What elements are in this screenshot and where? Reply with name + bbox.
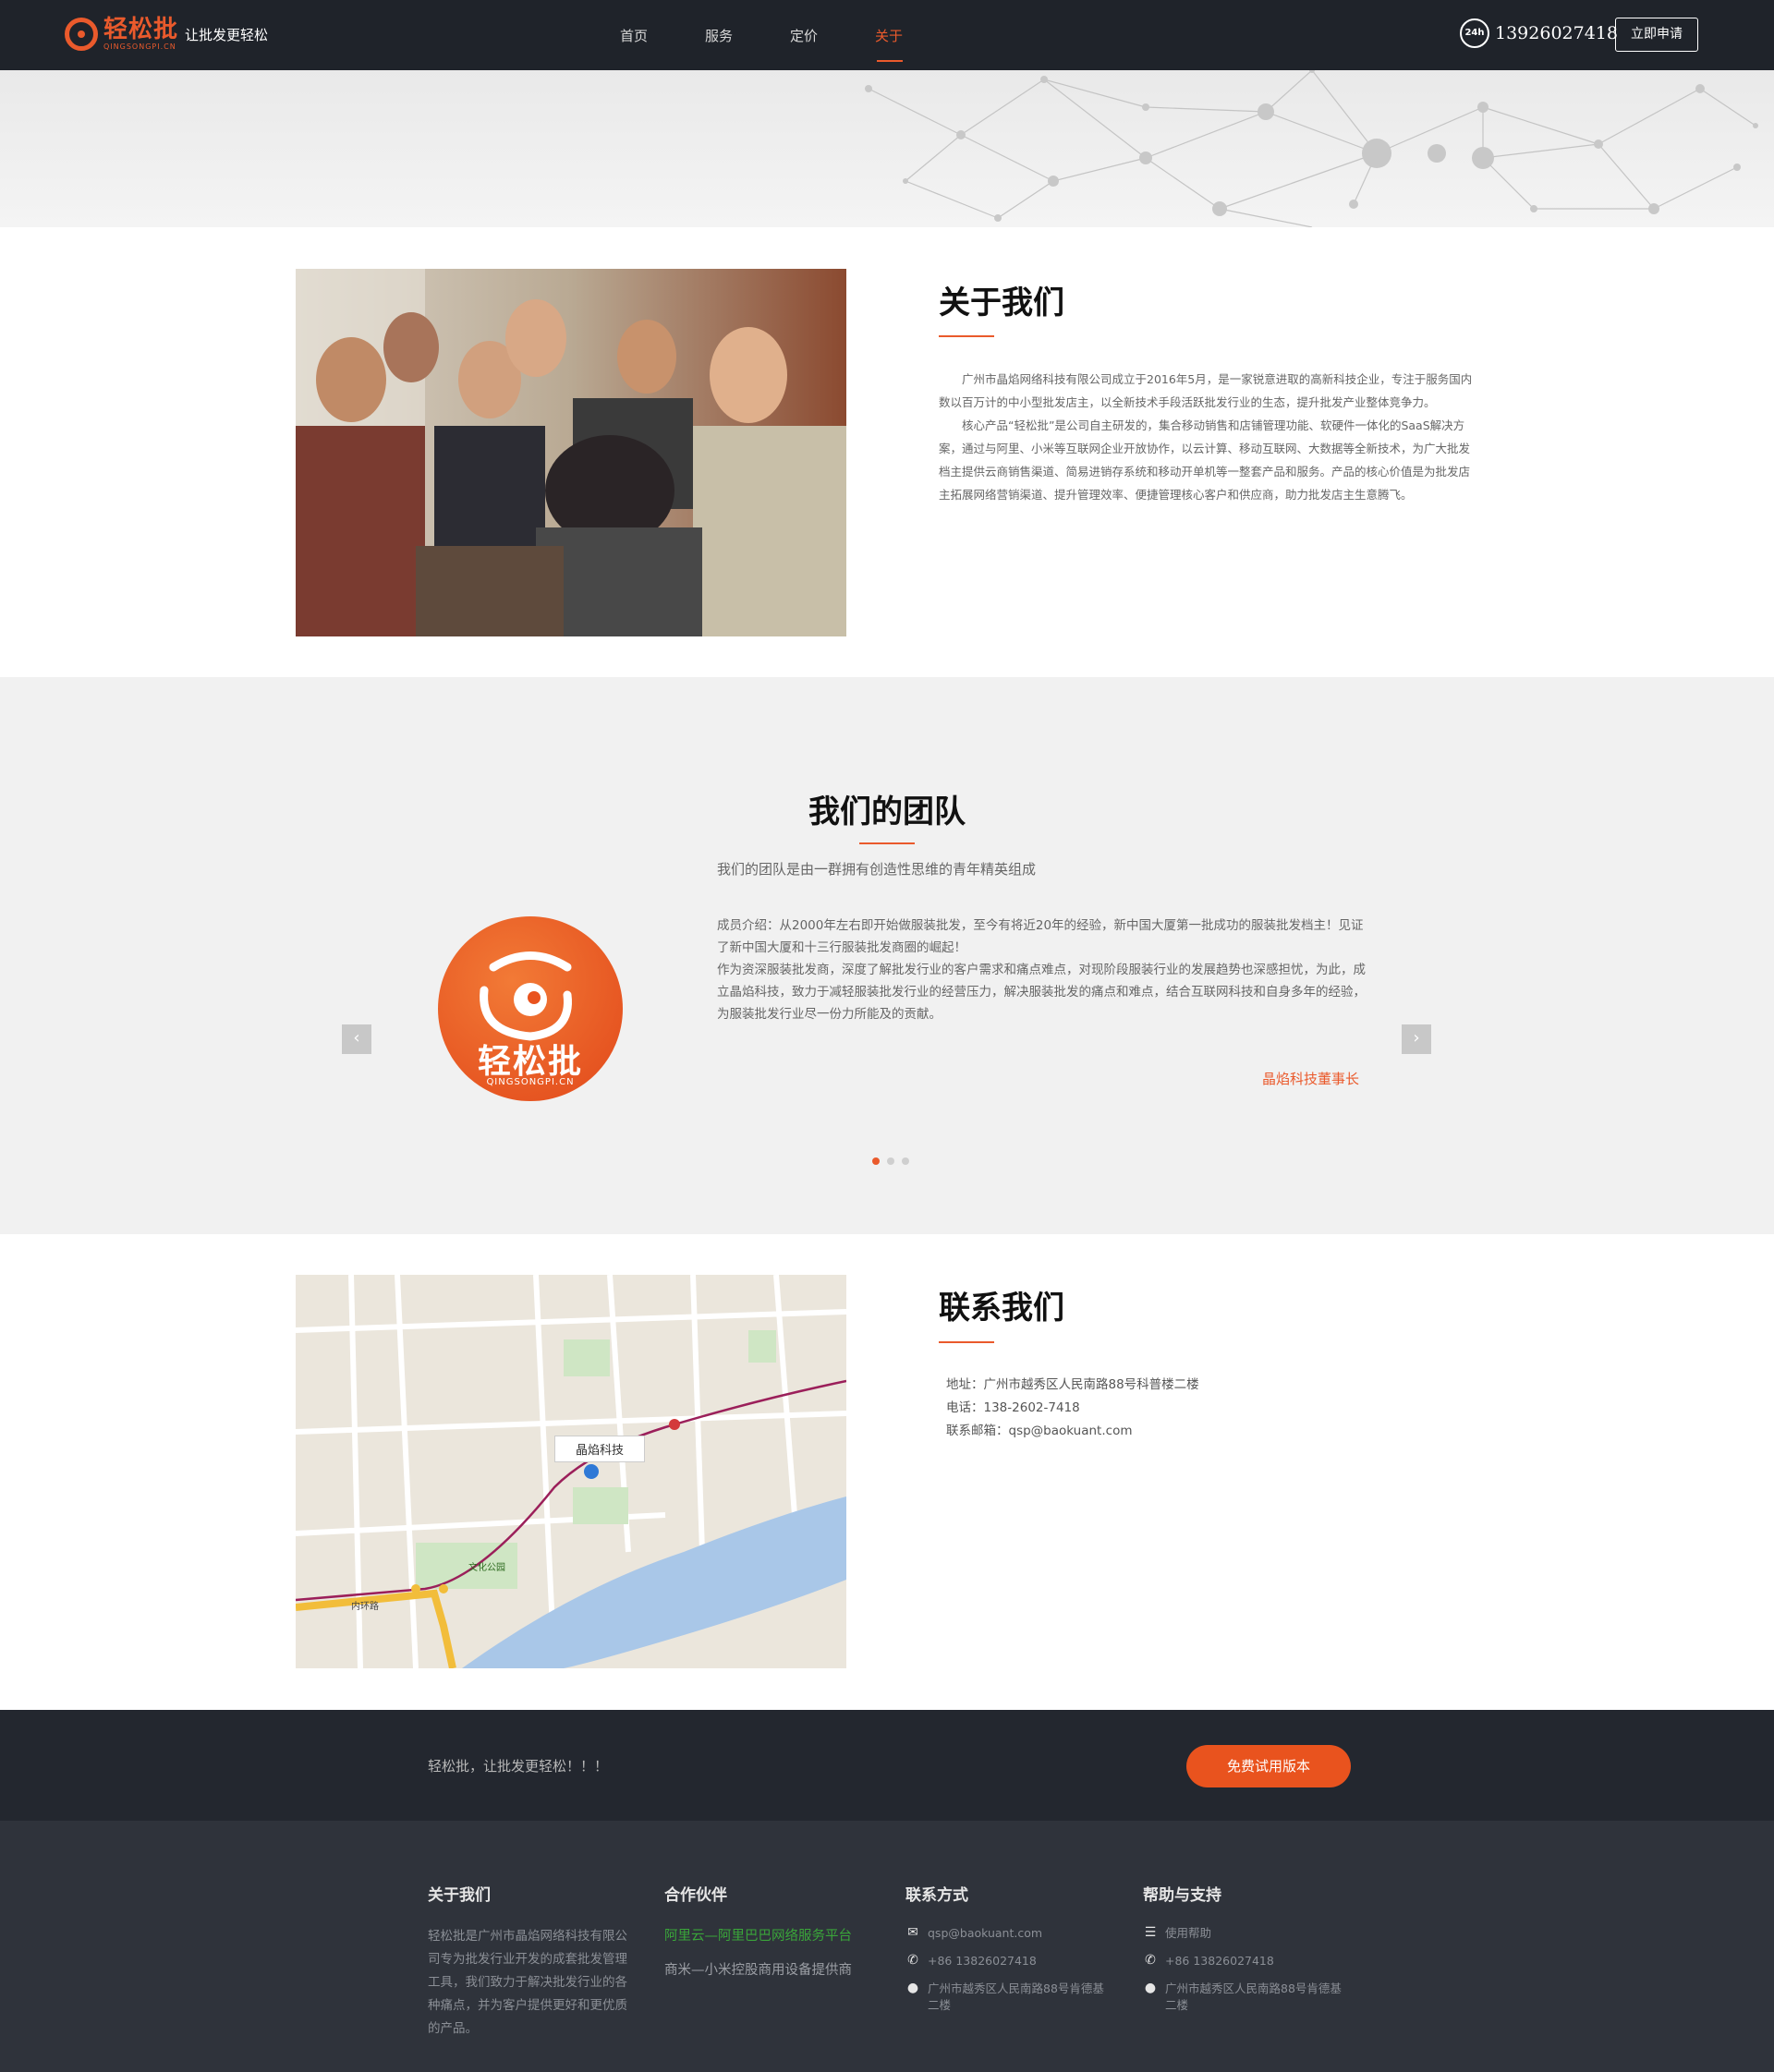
network-pattern-decoration bbox=[865, 70, 1758, 227]
team-section: 我们的团队 我们的团队是由一群拥有创造性思维的青年精英组成 ‹ 轻松批 QING… bbox=[0, 677, 1774, 1234]
map-marker-label[interactable]: 晶焰科技 bbox=[554, 1436, 646, 1462]
about-title: 关于我们 bbox=[939, 285, 1064, 321]
globe-icon: ● bbox=[906, 1981, 919, 1995]
avatar-logo-text: 轻松批 bbox=[477, 1043, 583, 1081]
partner-sunmi-link[interactable]: 商米—小米控股商用设备提供商 bbox=[664, 1959, 852, 1979]
team-title: 我们的团队 bbox=[808, 794, 966, 830]
partner-aliyun-link[interactable]: 阿里云—阿里巴巴网络服务平台 bbox=[664, 1925, 852, 1945]
contact-title: 联系我们 bbox=[939, 1290, 1064, 1327]
about-paragraph-1: 广州市晶焰网络科技有限公司成立于2016年5月，是一家锐意进取的高新科技企业，专… bbox=[939, 372, 1473, 409]
map-park-label: 文化公园 bbox=[468, 1563, 505, 1573]
team-member-description: 成员介绍：从2000年左右即开始做服装批发，至今有将近20年的经验，新中国大厦第… bbox=[717, 915, 1367, 1025]
footer-contact-title: 联系方式 bbox=[905, 1886, 968, 1905]
footer-help: 帮助与支持 ☰ 使用帮助 ✆ +86 13826027418 ● 广州市越秀区人… bbox=[1143, 1882, 1346, 2025]
contact-address: 地址：广州市越秀区人民南路88号科普楼二楼 bbox=[946, 1377, 1199, 1392]
team-desc-1: 成员介绍：从2000年左右即开始做服装批发，至今有将近20年的经验，新中国大厦第… bbox=[717, 918, 1364, 955]
footer-about-text: 轻松批是广州市晶焰网络科技有限公司专为批发行业开发的成套批发管理工具，我们致力于… bbox=[428, 1929, 627, 2036]
email-icon: ✉ bbox=[907, 1925, 918, 1940]
cta-text: 轻松批，让批发更轻松！！！ bbox=[428, 1758, 609, 1775]
phone-icon: ✆ bbox=[907, 1953, 918, 1968]
team-photo bbox=[296, 269, 846, 636]
location-map[interactable]: 晶焰科技 文化公园 内环路 bbox=[296, 1275, 846, 1668]
carousel-next-button[interactable]: › bbox=[1402, 1024, 1431, 1054]
team-subtitle: 我们的团队是由一群拥有创造性思维的青年精英组成 bbox=[717, 861, 1037, 878]
nav-home[interactable]: 首页 bbox=[591, 0, 676, 70]
phone-24h-icon: 24h bbox=[1460, 18, 1489, 48]
carousel-dot-3[interactable] bbox=[902, 1157, 909, 1165]
contact-title-underline bbox=[939, 1341, 994, 1343]
team-member-title: 晶焰科技董事长 bbox=[1262, 1071, 1360, 1087]
team-title-underline bbox=[859, 842, 915, 844]
footer-help-address: 广州市越秀区人民南路88号肯德基二楼 bbox=[1165, 1981, 1342, 2012]
footer-about-title: 关于我们 bbox=[428, 1886, 491, 1905]
footer-contact: 联系方式 ✉ qsp@baokuant.com ✆ +86 1382602741… bbox=[905, 1882, 1109, 2025]
footer-about: 关于我们 轻松批是广州市晶焰网络科技有限公司专为批发行业开发的成套批发管理工具，… bbox=[428, 1882, 636, 2041]
main-nav: 首页 服务 定价 关于 bbox=[591, 0, 931, 70]
team-member-avatar: 轻松批 QINGSONGPI.CN bbox=[438, 916, 623, 1101]
header-slogan: 让批发更轻松 bbox=[185, 27, 269, 43]
apply-now-button[interactable]: 立即申请 bbox=[1615, 18, 1698, 52]
carousel-dot-1[interactable] bbox=[872, 1157, 880, 1165]
footer-help-phone: +86 13826027418 bbox=[1165, 1954, 1274, 1968]
nav-about[interactable]: 关于 bbox=[846, 0, 931, 70]
nav-services[interactable]: 服务 bbox=[676, 0, 761, 70]
hotline: 24h 13926027418 bbox=[1460, 18, 1618, 48]
avatar-logo-domain: QINGSONGPI.CN bbox=[486, 1077, 575, 1087]
free-trial-button[interactable]: 免费试用版本 bbox=[1186, 1745, 1351, 1787]
contact-email: 联系邮箱：qsp@baokuant.com bbox=[946, 1424, 1133, 1438]
about-text: 广州市晶焰网络科技有限公司成立于2016年5月，是一家锐意进取的高新科技企业，专… bbox=[939, 368, 1475, 506]
contact-phone: 电话：138-2602-7418 bbox=[946, 1400, 1080, 1415]
site-logo[interactable]: 轻松批 QINGSONGPI.CN bbox=[65, 17, 178, 52]
carousel-indicators bbox=[872, 1157, 917, 1165]
group-photo-illustration bbox=[296, 269, 846, 636]
cta-banner: 轻松批，让批发更轻松！！！ 免费试用版本 bbox=[0, 1710, 1774, 1821]
globe-icon: ● bbox=[1144, 1981, 1157, 1995]
list-icon: ☰ bbox=[1144, 1925, 1157, 1940]
top-header: 轻松批 QINGSONGPI.CN 让批发更轻松 首页 服务 定价 关于 24h… bbox=[0, 0, 1774, 70]
site-footer: 关于我们 轻松批是广州市晶焰网络科技有限公司专为批发行业开发的成套批发管理工具，… bbox=[0, 1821, 1774, 2072]
carousel-dot-2[interactable] bbox=[887, 1157, 894, 1165]
footer-contact-address: 广州市越秀区人民南路88号肯德基二楼 bbox=[928, 1981, 1104, 2012]
carousel-prev-button[interactable]: ‹ bbox=[342, 1024, 371, 1054]
footer-partners: 合作伙伴 阿里云—阿里巴巴网络服务平台 商米—小米控股商用设备提供商 bbox=[664, 1882, 852, 1979]
page-banner bbox=[0, 70, 1774, 227]
contact-info: 地址：广州市越秀区人民南路88号科普楼二楼 电话：138-2602-7418 联… bbox=[946, 1374, 1199, 1443]
footer-help-title: 帮助与支持 bbox=[1143, 1886, 1221, 1905]
footer-contact-email[interactable]: qsp@baokuant.com bbox=[928, 1925, 1042, 1942]
map-road-label: 内环路 bbox=[351, 1602, 379, 1612]
team-desc-2: 作为资深服装批发商，深度了解批发行业的客户需求和痛点难点，对现阶段服装行业的发展… bbox=[717, 963, 1366, 1022]
logo-icon bbox=[65, 18, 98, 51]
logo-domain: QINGSONGPI.CN bbox=[103, 42, 176, 51]
phone-icon: ✆ bbox=[1145, 1953, 1156, 1968]
footer-contact-phone: +86 13826027418 bbox=[928, 1954, 1037, 1968]
about-paragraph-2: 核心产品“轻松批”是公司自主研发的，集合移动销售和店铺管理功能、软硬件一体化的S… bbox=[939, 418, 1471, 502]
help-link[interactable]: 使用帮助 bbox=[1165, 1925, 1211, 1942]
logo-text: 轻松批 bbox=[103, 16, 179, 43]
nav-pricing[interactable]: 定价 bbox=[761, 0, 846, 70]
hotline-number: 13926027418 bbox=[1495, 23, 1618, 43]
about-title-underline bbox=[939, 335, 994, 337]
footer-partners-title: 合作伙伴 bbox=[664, 1886, 727, 1905]
